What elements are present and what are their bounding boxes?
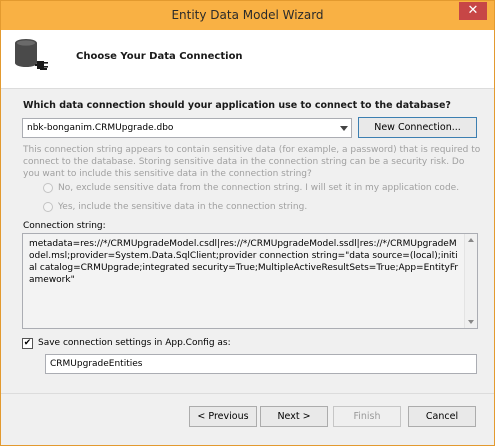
connection-dropdown[interactable]: nbk-bonganim.CRMUpgrade.dbo	[22, 118, 352, 138]
next-button[interactable]: Next >	[260, 406, 328, 427]
connection-string-label: Connection string:	[23, 221, 106, 231]
cancel-button[interactable]: Cancel	[408, 406, 476, 427]
save-settings-checkbox[interactable]: ✔	[22, 338, 33, 349]
connection-question: Which data connection should your applic…	[23, 100, 451, 111]
close-button[interactable]: ✕	[459, 2, 487, 20]
connection-string-value: metadata=res://*/CRMUpgradeModel.csdl|re…	[29, 239, 459, 285]
footer-divider	[1, 393, 494, 394]
radio-button[interactable]	[43, 183, 53, 193]
entity-container-name-value: CRMUpgradeEntities	[50, 359, 143, 369]
connection-dropdown-value: nbk-bonganim.CRMUpgrade.dbo	[27, 123, 174, 133]
chevron-down-icon[interactable]	[340, 126, 348, 131]
finish-button[interactable]: Finish	[333, 406, 401, 427]
new-connection-button[interactable]: New Connection...	[358, 117, 477, 138]
scroll-down-icon[interactable]	[468, 320, 474, 324]
connection-string-scrollbar[interactable]	[464, 234, 477, 328]
page-title: Choose Your Data Connection	[76, 51, 243, 62]
title-bar[interactable]: Entity Data Model Wizard ✕	[1, 1, 494, 30]
radio-exclude-label: No, exclude sensitive data from the conn…	[58, 183, 460, 193]
sensitive-data-warning: This connection string appears to contai…	[23, 145, 481, 179]
connection-string-box[interactable]: metadata=res://*/CRMUpgradeModel.csdl|re…	[22, 233, 478, 329]
wizard-window: Entity Data Model Wizard ✕ Choose Your D…	[0, 0, 495, 446]
radio-include-label: Yes, include the sensitive data in the c…	[58, 202, 308, 212]
previous-button[interactable]: < Previous	[189, 406, 257, 427]
scroll-up-icon[interactable]	[468, 238, 474, 242]
window-title: Entity Data Model Wizard	[171, 8, 324, 22]
wizard-header: Choose Your Data Connection	[1, 30, 494, 89]
save-settings-label: Save connection settings in App.Config a…	[38, 338, 231, 348]
database-plug-icon	[15, 39, 48, 70]
radio-button[interactable]	[43, 202, 53, 212]
entity-container-name-field[interactable]: CRMUpgradeEntities	[45, 354, 477, 374]
